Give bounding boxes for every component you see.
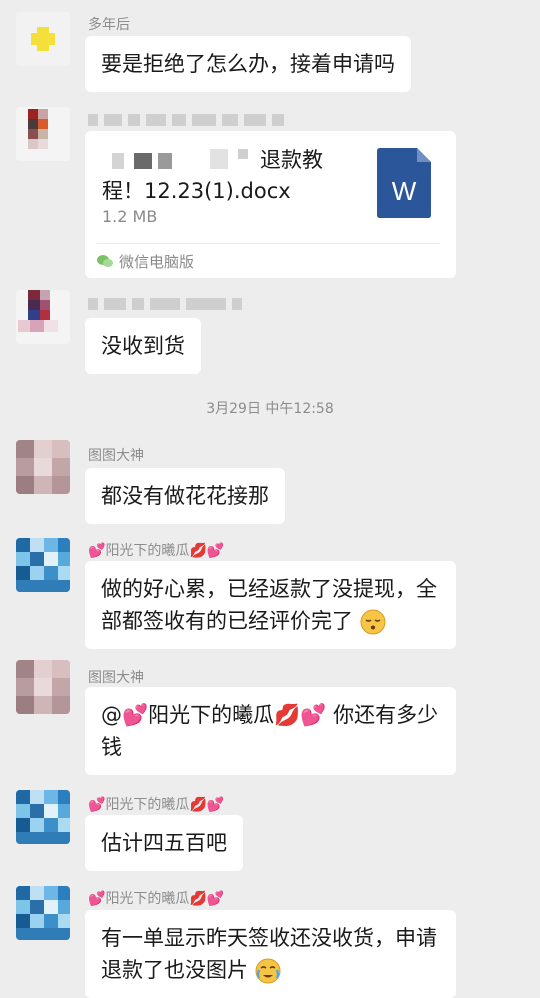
sender-name: 💕阳光下的曦瓜💋💕 [88, 794, 224, 814]
crying-face-emoji [255, 958, 281, 984]
kiss-emoji: 💋 [189, 543, 207, 559]
sender-name: 多年后 [88, 17, 130, 33]
sender-name: 图图大神 [88, 448, 144, 464]
avatar-image [16, 440, 70, 494]
message-text: 都没有做花花接那 [101, 484, 269, 508]
message-text: 要是拒绝了怎么办，接着申请吗 [101, 52, 395, 76]
avatar[interactable] [16, 538, 70, 592]
sender-name-text: 阳光下的曦瓜 [105, 797, 190, 813]
message-bubble[interactable]: @💕阳光下的曦瓜💋💕 你还有多少钱 [85, 687, 456, 775]
message-text: 做的好心累，已经返款了没提现，全部都签收有的已经评价完了 [101, 577, 437, 633]
sender-name: 💕阳光下的曦瓜💋💕 [88, 540, 224, 560]
file-source: 微信电脑版 [119, 253, 195, 271]
hearts-emoji: 💕 [88, 891, 106, 907]
avatar[interactable] [16, 660, 70, 714]
avatar[interactable] [16, 886, 70, 940]
sender-name-blurred [88, 112, 290, 128]
kiss-emoji: 💋 [189, 797, 207, 813]
message-bubble[interactable]: 要是拒绝了怎么办，接着申请吗 [85, 36, 411, 92]
hearts-emoji: 💕 [206, 891, 225, 907]
sender-name-blurred [88, 296, 248, 312]
message-text: 估计四五百吧 [101, 831, 227, 855]
divider [97, 243, 440, 244]
message-bubble[interactable]: 有一单显示昨天签收还没收货，申请退款了也没图片 [85, 910, 456, 998]
message-bubble[interactable]: 做的好心累，已经返款了没提现，全部都签收有的已经评价完了 [85, 561, 456, 649]
message-text: 没收到货 [101, 334, 185, 358]
time-separator: 3月29日 中午12:58 [206, 401, 334, 417]
hearts-emoji: 💕 [206, 543, 225, 559]
sighing-face-emoji [360, 609, 386, 635]
avatar-image [16, 886, 70, 940]
avatar-image [16, 660, 70, 714]
avatar-image [28, 109, 48, 149]
hearts-emoji: 💕 [88, 543, 106, 559]
avatar-image [31, 27, 55, 51]
word-document-icon: W [377, 148, 431, 218]
hearts-emoji: 💕 [88, 797, 106, 813]
mention[interactable]: @💕阳光下的曦瓜💋💕 [101, 703, 326, 727]
avatar[interactable] [16, 790, 70, 844]
avatar[interactable] [16, 440, 70, 494]
avatar[interactable] [16, 107, 70, 161]
word-icon-letter: W [392, 176, 417, 206]
message-bubble[interactable]: 没收到货 [85, 318, 201, 374]
avatar[interactable] [16, 12, 70, 66]
hearts-emoji: 💕 [206, 797, 225, 813]
kiss-emoji: 💋 [189, 891, 207, 907]
sender-name-text: 阳光下的曦瓜 [105, 543, 190, 559]
file-title: 退款教 程！12.23(1).docx [102, 145, 352, 207]
avatar-image [18, 290, 58, 332]
message-bubble[interactable]: 都没有做花花接那 [85, 468, 285, 524]
sender-name: 💕阳光下的曦瓜💋💕 [88, 888, 224, 908]
file-title-line1: 退款教 [260, 148, 323, 172]
avatar-image [16, 538, 70, 592]
avatar[interactable] [16, 290, 70, 344]
wechat-icon [97, 255, 113, 267]
file-message-card[interactable]: 退款教 程！12.23(1).docx 1.2 MB W 微信电脑版 [85, 131, 456, 278]
file-title-line2: 程！12.23(1).docx [102, 179, 291, 203]
avatar-image [16, 790, 70, 844]
sender-name-text: 阳光下的曦瓜 [105, 891, 190, 907]
message-bubble[interactable]: 估计四五百吧 [85, 815, 243, 871]
file-size: 1.2 MB [102, 207, 158, 226]
sender-name: 图图大神 [88, 670, 144, 686]
